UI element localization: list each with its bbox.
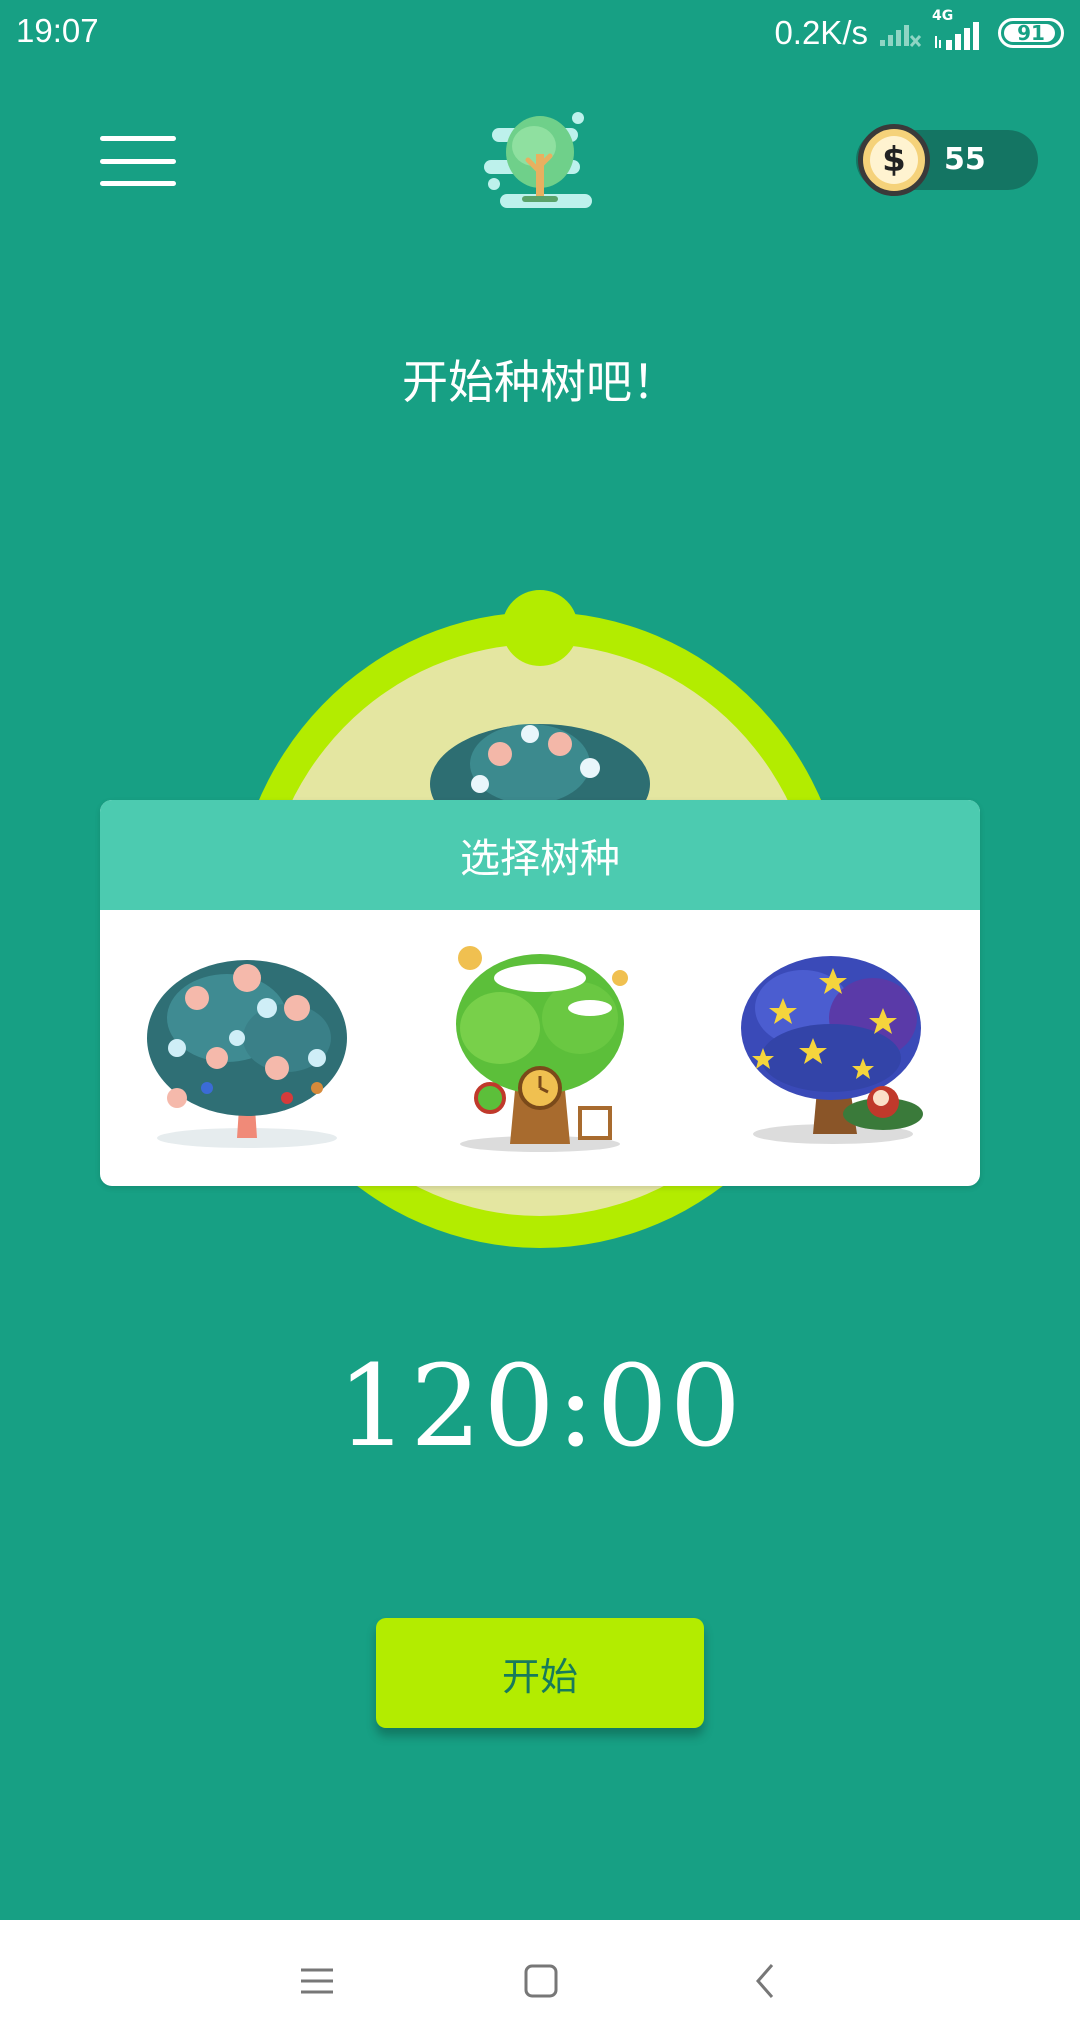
coin-symbol: $	[870, 136, 918, 184]
start-button[interactable]: 开始	[376, 1618, 704, 1728]
menu-nav-icon[interactable]	[292, 1956, 342, 2006]
tree-logo-icon	[484, 112, 592, 208]
clock-tree-icon	[455, 946, 628, 1152]
tree-picker-dialog: 选择树种	[100, 800, 980, 1186]
status-time: 19:07	[16, 12, 99, 49]
cellular-signal-icon	[935, 22, 979, 50]
back-nav-icon[interactable]	[740, 1956, 790, 2006]
tree-options	[100, 910, 980, 1186]
timer-slider-knob[interactable]	[502, 590, 578, 666]
cellular-signal: 4G	[932, 8, 988, 52]
starry-night-tree-icon	[741, 956, 924, 1144]
tree-option-snowflake[interactable]	[127, 928, 367, 1168]
status-indicators: 0.2K/s 4G 91	[774, 8, 1064, 54]
battery-indicator: 91	[998, 18, 1064, 48]
snowflake-tree-icon	[146, 960, 347, 1148]
system-nav-bar	[0, 1920, 1080, 2040]
tree-option-clock[interactable]	[420, 928, 660, 1168]
countdown-timer: 120:00	[336, 1342, 744, 1472]
selected-tree-preview-icon	[430, 724, 650, 814]
home-nav-icon[interactable]	[516, 1956, 566, 2006]
tree-option-starry[interactable]	[713, 928, 953, 1168]
network-speed: 0.2K/s	[774, 14, 868, 51]
hamburger-menu-icon[interactable]	[100, 136, 176, 186]
coin-count: 55	[944, 142, 986, 177]
tree-picker-title: 选择树种	[100, 800, 980, 910]
battery-level: 91	[1017, 21, 1045, 45]
dollar-coin-icon[interactable]: $	[858, 124, 930, 196]
wifi-signal-off-icon	[880, 25, 922, 48]
page-title: 开始种树吧！	[402, 355, 678, 409]
status-bar: 19:07 0.2K/s 4G 91	[0, 0, 1080, 66]
